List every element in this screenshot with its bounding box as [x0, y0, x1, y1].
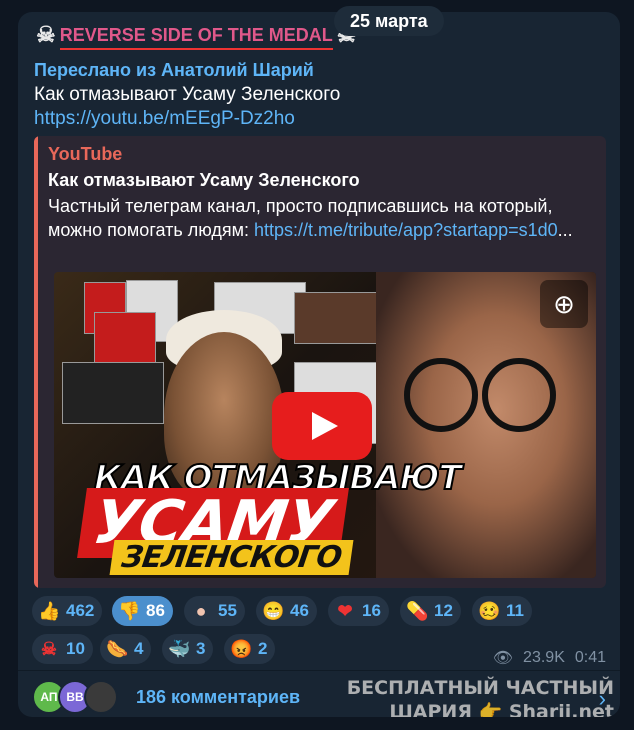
chevron-right-icon[interactable]: › [599, 686, 606, 712]
channel-title: REVERSE SIDE OF THE MEDAL [59, 24, 333, 45]
comments-count: 186 комментариев [136, 686, 301, 707]
message-time: 0:41 [574, 649, 606, 666]
reaction-count: 55 [218, 601, 237, 620]
reaction-count: 12 [434, 601, 453, 620]
forwarded-from[interactable]: Переслано из Анатолий Шарий [34, 60, 314, 81]
divider [18, 670, 620, 671]
reaction-count: 86 [146, 601, 165, 620]
thumb-caption-3: ЗЕЛЕНСКОГО [109, 540, 354, 575]
reaction-count: 11 [506, 601, 524, 620]
whale-icon: 🐳 [168, 638, 191, 659]
reaction-count: 3 [196, 639, 206, 658]
pill-icon: 💊 [406, 600, 429, 621]
message-link[interactable]: https://youtu.be/mEEgP-Dz2ho [34, 108, 295, 130]
reaction-angry[interactable]: 😡 2 [224, 634, 276, 664]
channel-underline [60, 48, 333, 50]
skull-sticker-icon: ☠ [40, 638, 58, 659]
reaction-hotdog[interactable]: 🌭 4 [100, 634, 152, 664]
reaction-count: 10 [66, 639, 85, 658]
thumbs-down-icon: 👎 [118, 600, 141, 621]
hotdog-icon: 🌭 [106, 638, 129, 659]
preview-site-name: YouTube [48, 144, 123, 164]
grin-icon: 😁 [262, 600, 285, 621]
reaction-pill[interactable]: 💊 12 [400, 596, 461, 626]
avatar [84, 680, 118, 714]
ball-icon: ● [195, 600, 207, 621]
thumbs-up-icon: 👍 [38, 600, 61, 621]
preview-title: Как отмазывают Усаму Зеленского [48, 170, 360, 190]
skull-icon: ☠ [36, 22, 56, 47]
preview-accent-bar [34, 136, 38, 588]
reaction-count: 2 [258, 639, 268, 658]
glasses [482, 358, 556, 432]
reaction-woozy[interactable]: 🥴 11 [472, 596, 532, 626]
link-preview[interactable]: YouTube Как отмазывают Усаму Зеленского … [34, 136, 606, 588]
reaction-count: 462 [66, 601, 95, 620]
reaction-thumbs-down[interactable]: 👎 86 [112, 596, 173, 626]
preview-desc-link[interactable]: https://t.me/tribute/app?startapp=s1d0 [254, 220, 558, 240]
news-clip [94, 312, 156, 364]
message-meta: 👁 23.9K 0:41 [493, 648, 606, 668]
message-bubble: ☠ REVERSE SIDE OF THE MEDAL ☠ Переслано … [18, 12, 620, 717]
reaction-whale[interactable]: 🐳 3 [162, 634, 214, 664]
angry-icon: 😡 [230, 638, 253, 659]
reaction-ball[interactable]: ● 55 [184, 596, 245, 626]
reaction-count: 16 [362, 601, 381, 620]
zoom-icon[interactable]: ⊕ [540, 280, 588, 328]
glasses [404, 358, 478, 432]
reaction-count: 4 [134, 639, 144, 658]
reaction-heart[interactable]: ❤ 16 [328, 596, 389, 626]
reaction-thumbs-up[interactable]: 👍 462 [32, 596, 103, 626]
heart-icon: ❤ [337, 600, 353, 621]
reaction-skull[interactable]: ☠ 10 [32, 634, 93, 664]
preview-desc-ellipsis: ... [557, 220, 573, 240]
watermark-line2: ШАРИЯ 👉 Sharij.net [389, 701, 614, 717]
reaction-count: 46 [290, 601, 309, 620]
video-thumbnail[interactable]: ⊕ КАК ОТМАЗЫВАЮТ УСАМУ ЗЕЛЕНСКОГО [54, 272, 596, 578]
message-text: Как отмазывают Усаму Зеленского [34, 84, 341, 105]
reaction-grin[interactable]: 😁 46 [256, 596, 317, 626]
news-clip [62, 362, 164, 424]
woozy-icon: 🥴 [478, 600, 501, 621]
preview-description: Частный телеграм канал, просто подписавш… [48, 194, 588, 242]
eye-icon: 👁 [492, 650, 514, 667]
watermark: БЕСПЛАТНЫЙ ЧАСТНЫЙ ШАРИЯ 👉 Sharij.net [347, 676, 614, 717]
views-count: 23.9K [523, 649, 565, 666]
play-button[interactable] [272, 392, 372, 460]
date-badge: 25 марта [334, 6, 444, 36]
channel-name[interactable]: ☠ REVERSE SIDE OF THE MEDAL ☠ [36, 22, 357, 50]
watermark-line1: БЕСПЛАТНЫЙ ЧАСТНЫЙ [346, 677, 614, 699]
